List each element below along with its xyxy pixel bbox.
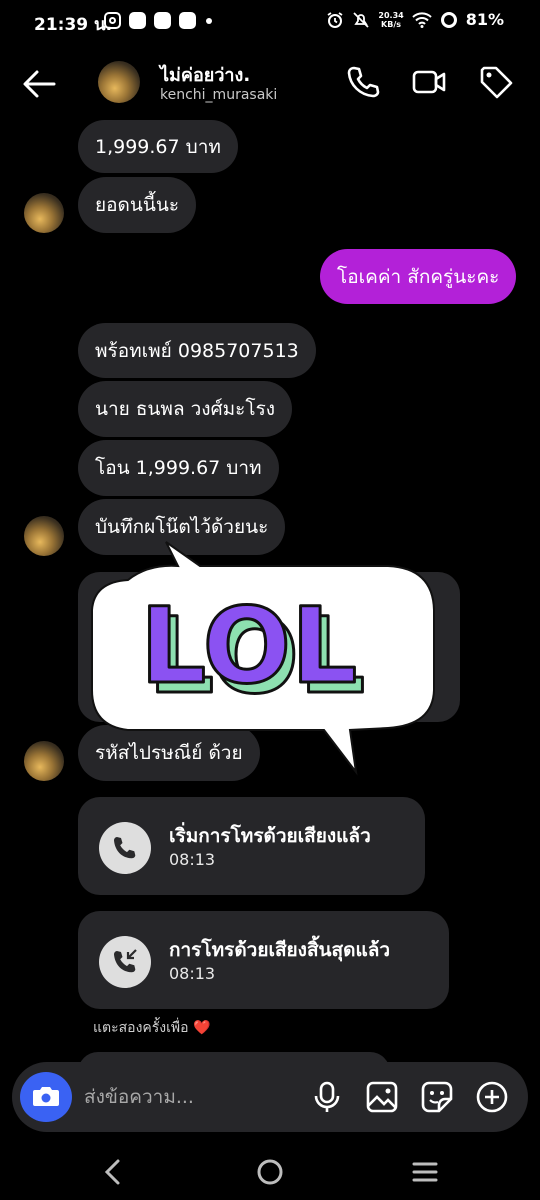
more-notifications-dot bbox=[206, 17, 212, 24]
contact-name[interactable]: ไม่ค่อยว่าง. bbox=[160, 60, 250, 89]
message-input[interactable] bbox=[84, 1062, 304, 1132]
back-arrow-icon[interactable] bbox=[20, 66, 60, 102]
alarm-icon bbox=[327, 11, 343, 28]
camera-button[interactable] bbox=[20, 1072, 72, 1122]
mute-icon bbox=[353, 11, 370, 28]
net-speed: 20.34 KB/s bbox=[378, 10, 404, 29]
message-bubble[interactable]: พร้อทเพย์ 0985707513 bbox=[78, 323, 316, 378]
phone-ended-icon bbox=[114, 949, 137, 973]
message-bubble[interactable]: นาย ธนพล วงศ์มะโรง bbox=[78, 381, 293, 437]
status-time: 21:39 น. bbox=[34, 15, 113, 35]
contact-avatar[interactable] bbox=[98, 61, 140, 103]
call-icon-circle bbox=[99, 936, 151, 988]
battery-percent: 81% bbox=[465, 10, 504, 29]
message-bubble[interactable]: 1,999.67 บาท bbox=[78, 120, 238, 173]
nav-recents-icon[interactable] bbox=[407, 1154, 443, 1190]
nav-home-icon[interactable] bbox=[252, 1154, 288, 1190]
double-tap-hint: แตะสองครั้งเพื่อ ❤️ bbox=[93, 1020, 211, 1036]
message-bubble[interactable]: ยอดนนี้นะ bbox=[78, 177, 197, 233]
message-bubble[interactable]: โอน 1,999.67 บาท bbox=[78, 440, 279, 496]
add-icon[interactable] bbox=[474, 1079, 510, 1115]
chat-header: ไม่ค่อยว่าง. kenchi_murasaki bbox=[0, 44, 540, 122]
call-title: เริ่มการโทรด้วยเสียงแล้ว bbox=[169, 825, 371, 847]
sticker-text: LOL bbox=[140, 585, 357, 707]
system-nav-bar bbox=[0, 1140, 540, 1200]
app-notification-icon bbox=[154, 12, 171, 29]
tag-icon[interactable] bbox=[478, 64, 514, 100]
contact-username[interactable]: kenchi_murasaki bbox=[160, 87, 277, 103]
microphone-icon[interactable] bbox=[309, 1079, 345, 1115]
call-time: 08:13 bbox=[169, 850, 216, 869]
lol-speech-bubble: LOL LOL bbox=[91, 541, 435, 776]
call-title: การโทรด้วยเสียงสิ้นสุดแล้ว bbox=[169, 939, 391, 961]
sticker-icon[interactable] bbox=[419, 1079, 455, 1115]
app-notification-icon bbox=[179, 12, 196, 29]
system-icons: 20.34 KB/s 81% bbox=[326, 10, 504, 29]
message-composer bbox=[12, 1062, 528, 1132]
call-icon-circle bbox=[99, 822, 151, 874]
notification-icons bbox=[104, 12, 212, 29]
camera-icon bbox=[33, 1087, 59, 1106]
heart-icon: ❤️ bbox=[193, 1020, 211, 1036]
sender-avatar[interactable] bbox=[24, 516, 64, 556]
instagram-notification-icon bbox=[104, 12, 121, 29]
nav-back-icon[interactable] bbox=[96, 1154, 132, 1190]
call-started-card[interactable]: เริ่มการโทรด้วยเสียงแล้ว 08:13 bbox=[78, 797, 425, 895]
wifi-icon bbox=[412, 11, 432, 28]
call-time: 08:13 bbox=[169, 964, 216, 983]
call-ended-card[interactable]: การโทรด้วยเสียงสิ้นสุดแล้ว 08:13 bbox=[78, 911, 449, 1009]
phone-icon bbox=[114, 837, 136, 859]
battery-icon bbox=[440, 11, 457, 28]
lol-sticker[interactable]: LOL LOL bbox=[88, 540, 438, 780]
outgoing-message-bubble[interactable]: โอเคค่า สักครู่นะคะ bbox=[320, 249, 517, 304]
status-bar: 21:39 น. 20.34 KB/s 81% bbox=[0, 0, 540, 44]
video-call-icon[interactable] bbox=[411, 64, 447, 100]
voice-call-icon[interactable] bbox=[345, 64, 381, 100]
sender-avatar[interactable] bbox=[24, 741, 64, 781]
sender-avatar[interactable] bbox=[24, 193, 64, 233]
app-notification-icon bbox=[129, 12, 146, 29]
gallery-icon[interactable] bbox=[364, 1079, 400, 1115]
